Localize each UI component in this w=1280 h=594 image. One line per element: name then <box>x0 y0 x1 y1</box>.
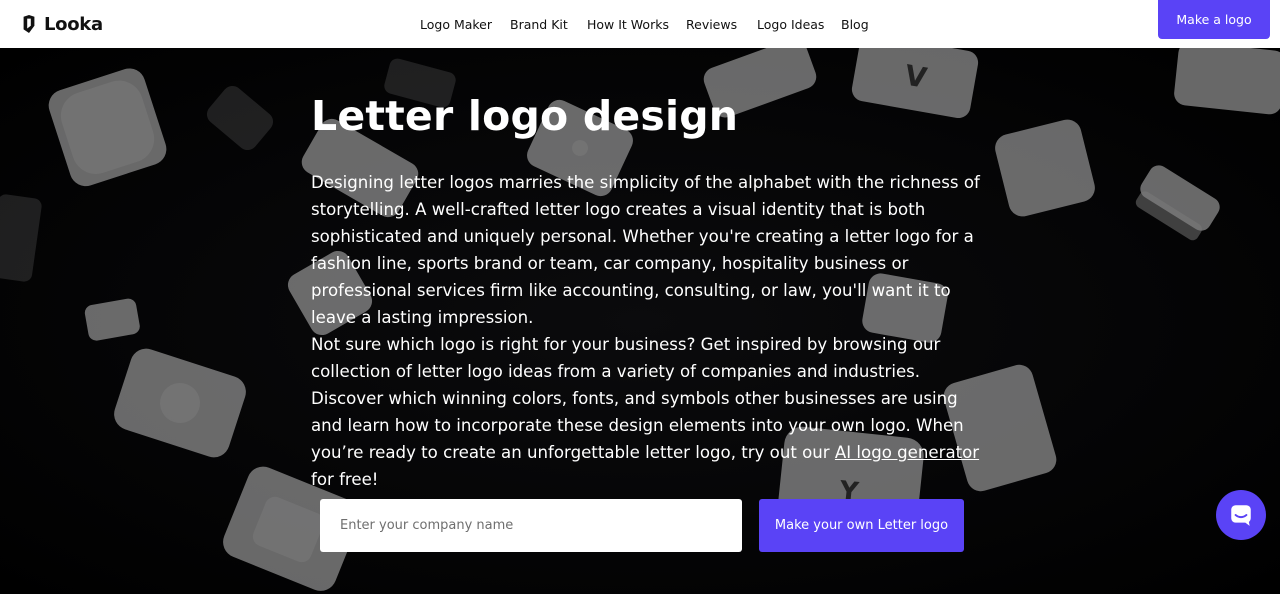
top-navigation-bar: Looka Logo Maker Brand Kit How It Works … <box>0 0 1280 48</box>
main-nav: Logo Maker Brand Kit How It Works Review… <box>0 0 1280 48</box>
hero-section: V Y Letter logo design Designing letter … <box>0 48 1280 594</box>
brand-name: Looka <box>44 13 103 35</box>
inspiration-text-end: for free! <box>311 470 379 489</box>
ai-logo-generator-link[interactable]: AI logo generator <box>835 443 979 462</box>
nav-blog[interactable]: Blog <box>841 0 869 48</box>
intro-paragraph: Designing letter logos marries the simpl… <box>311 173 980 327</box>
page-title: Letter logo design <box>311 92 739 140</box>
company-name-input[interactable] <box>320 499 742 552</box>
nav-logo-ideas[interactable]: Logo Ideas <box>757 0 824 48</box>
nav-how-it-works[interactable]: How It Works <box>587 0 669 48</box>
nav-brand-kit[interactable]: Brand Kit <box>510 0 568 48</box>
make-a-logo-button[interactable]: Make a logo <box>1158 0 1270 39</box>
chat-launcher-button[interactable] <box>1216 490 1266 540</box>
nav-reviews[interactable]: Reviews <box>686 0 737 48</box>
nav-logo-maker[interactable]: Logo Maker <box>420 0 492 48</box>
chat-bubble-icon <box>1231 505 1251 526</box>
brand-logo[interactable]: Looka <box>20 0 103 48</box>
inspiration-paragraph: Not sure which logo is right for your bu… <box>311 331 981 493</box>
looka-logo-icon <box>23 15 35 33</box>
make-letter-logo-button[interactable]: Make your own Letter logo <box>759 499 964 552</box>
